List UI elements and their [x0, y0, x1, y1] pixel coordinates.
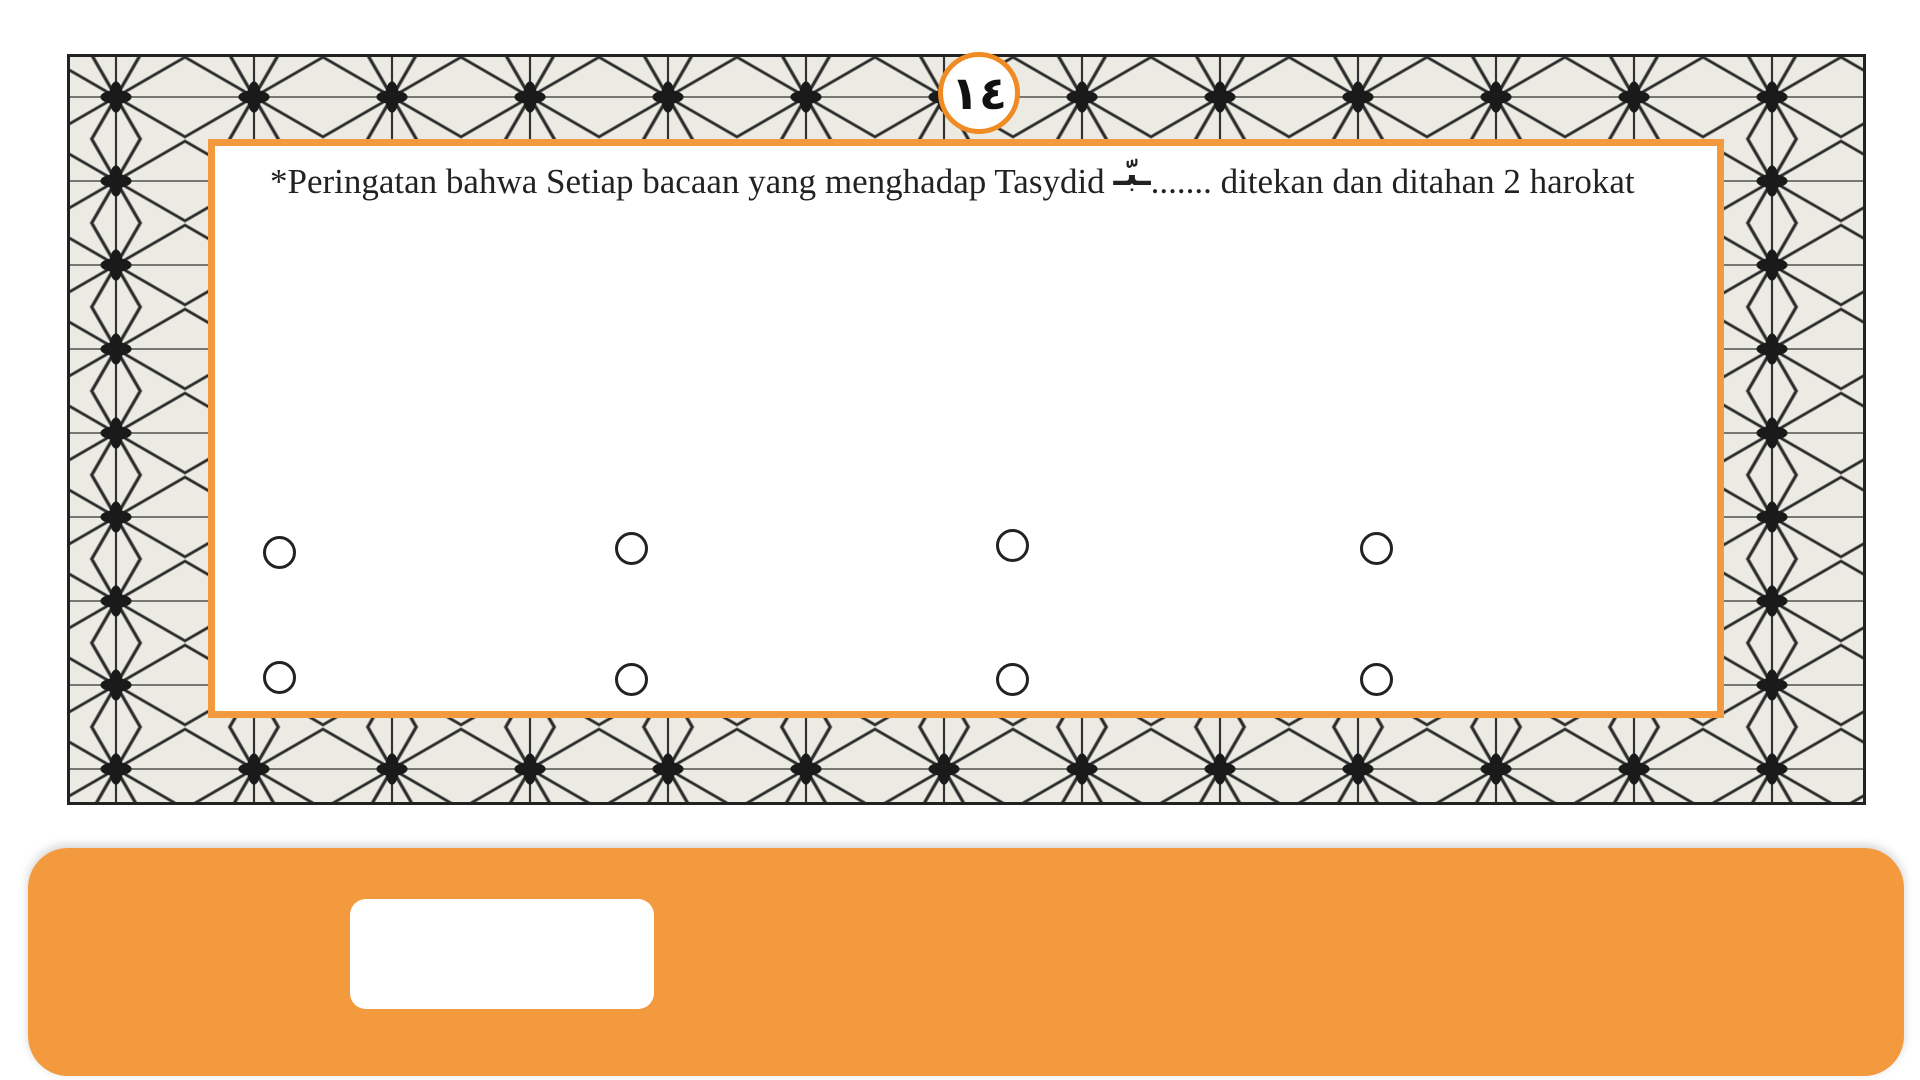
option-radio-2[interactable]: [615, 532, 648, 565]
option-radio-3[interactable]: [996, 529, 1029, 562]
tasydid-marker: ـبّـ: [1113, 154, 1151, 194]
option-radio-5[interactable]: [263, 661, 296, 694]
instruction-text-after: ditekan dan ditahan 2 harokat: [1211, 162, 1635, 201]
instruction-text-before: *Peringatan bahwa Setiap bacaan yang men…: [270, 162, 1114, 201]
instruction-blank: .......: [1150, 162, 1212, 201]
question-panel: [208, 139, 1724, 718]
option-radio-6[interactable]: [615, 663, 648, 696]
page-number-badge: ١٤: [938, 52, 1020, 134]
option-radio-1[interactable]: [263, 536, 296, 569]
answer-box[interactable]: [350, 899, 654, 1009]
option-radio-4[interactable]: [1360, 532, 1393, 565]
option-radio-8[interactable]: [1360, 663, 1393, 696]
option-radio-7[interactable]: [996, 663, 1029, 696]
instruction-text: *Peringatan bahwa Setiap bacaan yang men…: [270, 154, 1690, 204]
footer-bar: [28, 848, 1904, 1076]
